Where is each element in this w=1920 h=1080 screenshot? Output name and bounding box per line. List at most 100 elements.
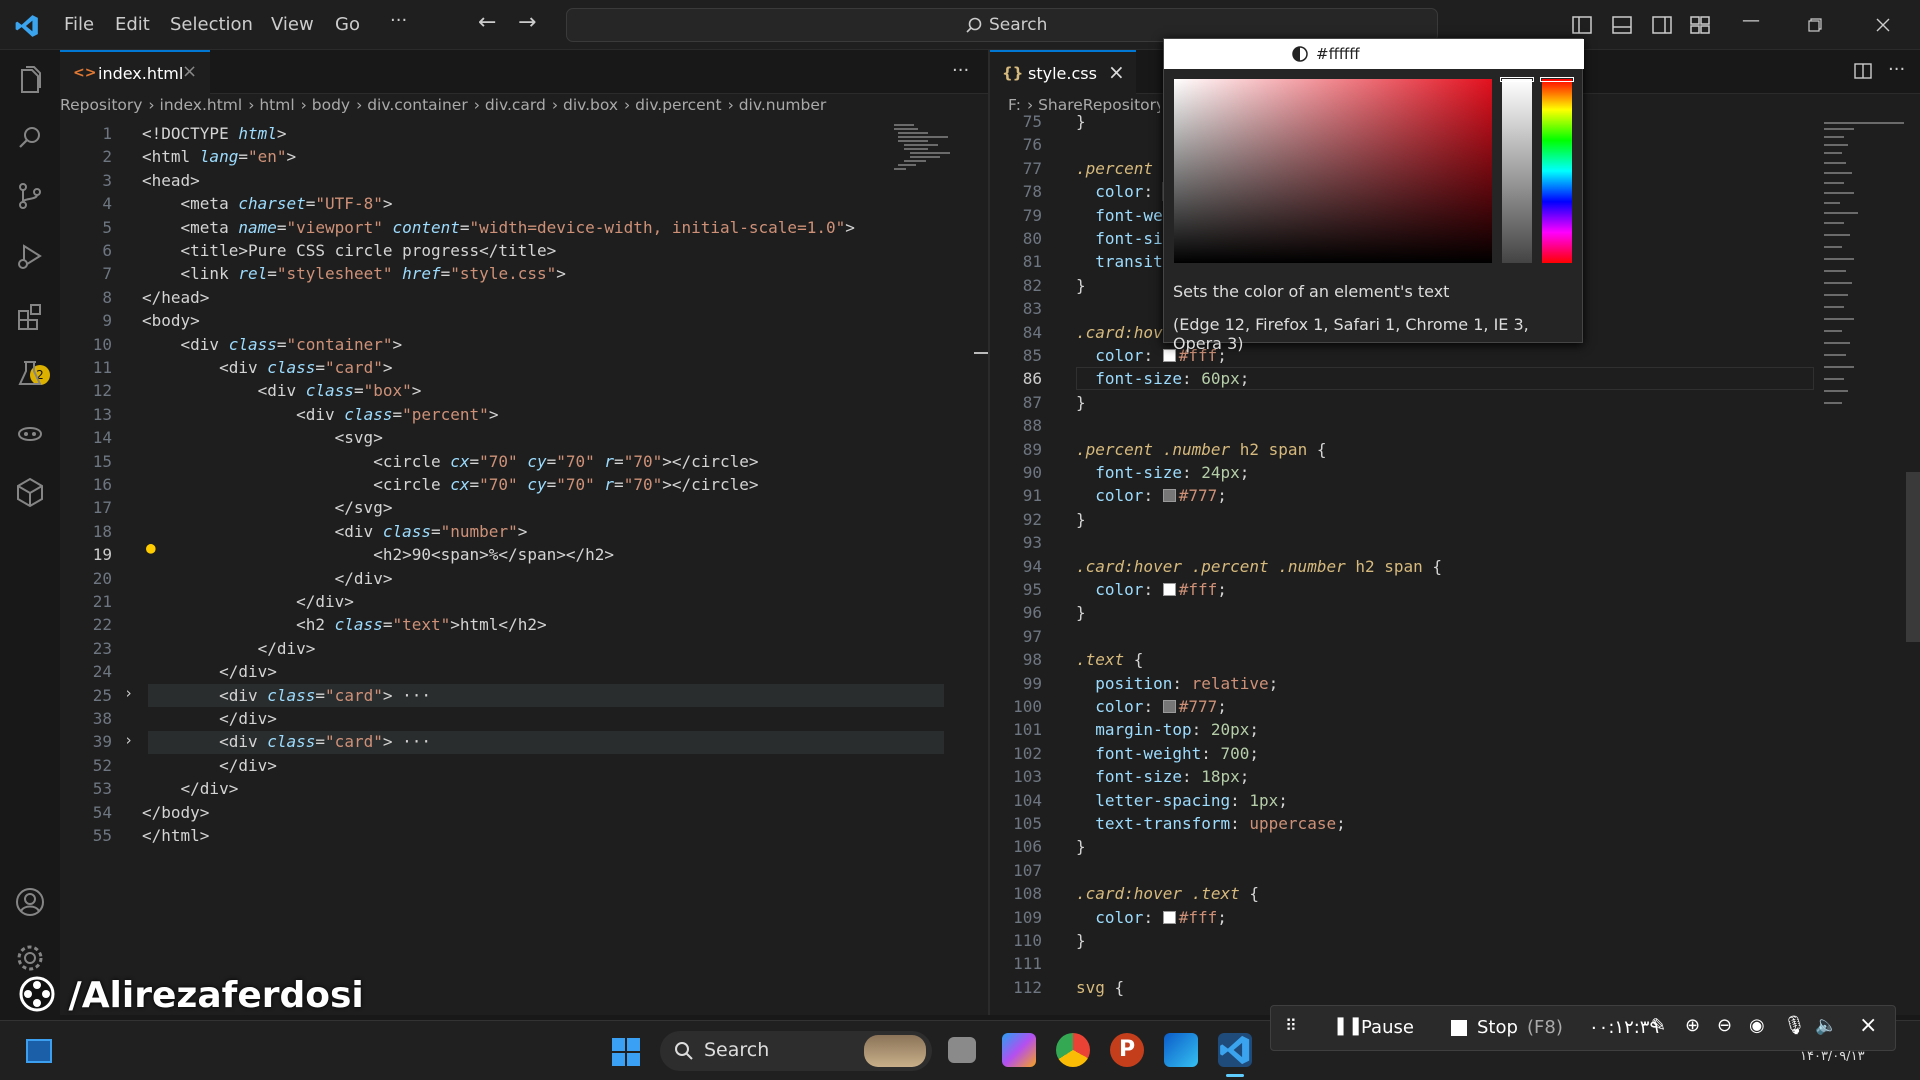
code-line[interactable]: 19 <h2>90<span>%</span></h2> xyxy=(60,543,986,566)
code-line[interactable]: 12 <div class="box"> xyxy=(60,379,986,402)
menu-file[interactable]: File xyxy=(64,14,94,35)
close-recorder-icon[interactable]: × xyxy=(1859,1013,1877,1038)
breadcrumb-item[interactable]: › div.container xyxy=(356,96,468,114)
code-line[interactable]: 102 font-weight: 700; xyxy=(990,742,1830,765)
breadcrumb-item[interactable]: › body xyxy=(301,96,350,114)
extensions-icon[interactable] xyxy=(12,298,48,334)
testing-icon[interactable] xyxy=(12,356,48,392)
remote-explorer-icon[interactable] xyxy=(12,474,48,510)
code-line[interactable]: 16 <circle cx="70" cy="70" r="70"></circ… xyxy=(60,473,986,496)
zoom-out-icon[interactable]: ⊖ xyxy=(1717,1015,1732,1036)
customize-layout-icon[interactable] xyxy=(1690,15,1710,35)
code-line[interactable]: 22 <h2 class="text">html</h2> xyxy=(60,613,986,636)
code-line[interactable]: 23 </div> xyxy=(60,637,986,660)
code-line[interactable]: 111 xyxy=(990,952,1830,975)
code-line[interactable]: 39 <div class="card"> ··· xyxy=(60,730,986,753)
hue-strip[interactable] xyxy=(1542,79,1572,263)
right-minimap[interactable] xyxy=(1822,122,1908,422)
drag-handle-icon[interactable]: ⠿ xyxy=(1285,1016,1297,1035)
explorer-icon[interactable] xyxy=(12,62,48,98)
code-line[interactable]: 1 <!DOCTYPE html> xyxy=(60,122,986,145)
breadcrumb-item[interactable]: › index.html xyxy=(148,96,242,114)
code-line[interactable]: 99 position: relative; xyxy=(990,672,1830,695)
copilot-icon[interactable] xyxy=(12,414,48,450)
hue-slider-handle[interactable] xyxy=(1540,77,1574,82)
menu-selection[interactable]: Selection xyxy=(170,14,253,35)
code-line[interactable]: 107 xyxy=(990,859,1830,882)
code-line[interactable]: 24 </div> xyxy=(60,660,986,683)
code-line[interactable]: 6 <title>Pure CSS circle progress</title… xyxy=(60,239,986,262)
code-line[interactable]: 94 .card:hover .percent .number h2 span { xyxy=(990,555,1830,578)
code-line[interactable]: 15 <circle cx="70" cy="70" r="70"></circ… xyxy=(60,450,986,473)
split-editor-icon[interactable] xyxy=(1854,62,1872,80)
accounts-icon[interactable] xyxy=(12,884,48,920)
color-picker-hover[interactable]: #ffffff Sets the color of an element's t… xyxy=(1163,38,1584,353)
code-line[interactable]: 18 <div class="number"> xyxy=(60,520,986,543)
code-line[interactable]: 109 color: #fff; xyxy=(990,906,1830,929)
speaker-icon[interactable]: 🔈 xyxy=(1815,1015,1837,1036)
microphone-icon[interactable]: 🎙 xyxy=(1783,1015,1806,1036)
color-swatch[interactable] xyxy=(1162,583,1176,596)
breadcrumb-item[interactable]: › div.card xyxy=(474,96,546,114)
breadcrumb-item[interactable]: › div.box xyxy=(552,96,618,114)
saturation-box[interactable] xyxy=(1174,79,1492,263)
command-center-search[interactable]: Search xyxy=(566,8,1438,42)
code-line[interactable]: 5 <meta name="viewport" content="width=d… xyxy=(60,216,986,239)
code-line[interactable]: 4 <meta charset="UTF-8"> xyxy=(60,192,986,215)
copilot-app-icon[interactable] xyxy=(1002,1033,1036,1067)
menu-edit[interactable]: Edit xyxy=(115,14,150,35)
toggle-sidebar-icon[interactable] xyxy=(1572,15,1592,35)
search-sidebar-icon[interactable] xyxy=(12,120,48,156)
code-line[interactable]: 101 margin-top: 20px; xyxy=(990,718,1830,741)
run-debug-icon[interactable] xyxy=(12,238,48,274)
editor-more-actions-icon[interactable]: ··· xyxy=(952,60,969,81)
stop-button[interactable]: Stop xyxy=(1477,1017,1518,1038)
webcam-icon[interactable]: ◉ xyxy=(1749,1015,1765,1036)
tab-close-icon[interactable]: × xyxy=(182,61,197,82)
code-line[interactable]: 100 color: #777; xyxy=(990,695,1830,718)
close-window-icon[interactable] xyxy=(1876,18,1890,32)
code-line[interactable]: 103 font-size: 18px; xyxy=(990,765,1830,788)
forward-arrow-icon[interactable]: → xyxy=(518,10,536,35)
code-line[interactable]: 55 </html> xyxy=(60,824,986,847)
code-line[interactable]: 87} xyxy=(990,391,1830,414)
restore-icon[interactable] xyxy=(1808,18,1822,32)
opacity-slider-handle[interactable] xyxy=(1500,77,1534,82)
left-code-editor[interactable]: ● › › 1 <!DOCTYPE html> 2 <html lang="en"> 3… xyxy=(60,122,986,982)
code-line[interactable]: 89 .percent .number h2 span { xyxy=(990,438,1830,461)
source-control-icon[interactable] xyxy=(12,178,48,214)
tab-style-css[interactable]: {} style.css × xyxy=(990,50,1136,94)
code-line[interactable]: 106} xyxy=(990,835,1830,858)
toggle-panel-icon[interactable] xyxy=(1612,15,1632,35)
widgets-icon[interactable] xyxy=(26,1039,52,1063)
code-line[interactable]: 21 </div> xyxy=(60,590,986,613)
chrome-icon[interactable] xyxy=(1056,1033,1090,1067)
tab-close-icon[interactable]: × xyxy=(1108,60,1125,84)
breadcrumb-item[interactable]: Repository xyxy=(60,96,142,114)
editor-more-actions-icon[interactable]: ··· xyxy=(1888,59,1905,80)
back-arrow-icon[interactable]: ← xyxy=(478,10,496,35)
code-line[interactable]: 88 xyxy=(990,414,1830,437)
stop-icon[interactable] xyxy=(1451,1020,1467,1036)
code-line[interactable]: 108 .card:hover .text { xyxy=(990,882,1830,905)
code-line[interactable]: 96} xyxy=(990,601,1830,624)
task-view-icon[interactable] xyxy=(948,1037,976,1063)
opacity-strip[interactable] xyxy=(1502,79,1532,263)
left-minimap[interactable] xyxy=(890,122,970,182)
breadcrumb-item[interactable]: › div.percent xyxy=(624,96,722,114)
breadcrumb-item[interactable]: › div.number xyxy=(728,96,827,114)
code-line[interactable]: 54 </body> xyxy=(60,801,986,824)
code-line[interactable]: 110} xyxy=(990,929,1830,952)
code-line[interactable]: 3 <head> xyxy=(60,169,986,192)
code-line[interactable]: 95 color: #fff; xyxy=(990,578,1830,601)
code-line[interactable]: 52 </div> xyxy=(60,754,986,777)
code-line[interactable]: 10 <div class="container"> xyxy=(60,333,986,356)
color-swatch[interactable] xyxy=(1162,700,1176,713)
code-line[interactable]: 20 </div> xyxy=(60,567,986,590)
code-line[interactable]: 112 svg { xyxy=(990,976,1830,999)
code-line[interactable]: 9 <body> xyxy=(60,309,986,332)
code-line[interactable]: 97 xyxy=(990,625,1830,648)
pen-icon[interactable]: ✎ xyxy=(1651,1015,1666,1036)
vscode-taskbar-icon[interactable] xyxy=(1218,1033,1252,1067)
menu-more[interactable]: ··· xyxy=(390,10,407,31)
